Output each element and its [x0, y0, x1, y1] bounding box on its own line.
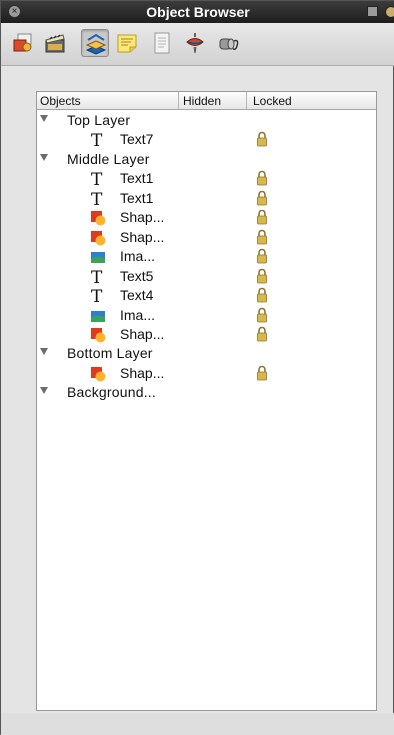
toolbar [1, 23, 394, 66]
layer-name: Middle Layer [67, 150, 150, 167]
layer-name: Background... [67, 384, 156, 401]
lock-icon[interactable] [256, 365, 268, 381]
object-name: Text7 [120, 131, 154, 148]
window-footer [1, 713, 394, 735]
lock-icon[interactable] [256, 307, 268, 323]
object-name: Text1 [120, 189, 154, 206]
object-row[interactable]: Shap... [37, 325, 376, 344]
object-name: Shap... [120, 325, 165, 342]
spinning-top-icon [186, 33, 204, 54]
svg-text:T: T [91, 191, 103, 207]
object-name: Text5 [120, 267, 154, 284]
lock-icon[interactable] [256, 248, 268, 264]
object-row[interactable]: Shap... [37, 208, 376, 227]
minimize-button[interactable] [367, 6, 378, 17]
image-object-icon [90, 308, 106, 324]
object-name: Text4 [120, 287, 154, 304]
column-locked[interactable]: Locked [253, 94, 292, 108]
svg-text:T: T [91, 288, 103, 304]
column-hidden[interactable]: Hidden [183, 94, 221, 108]
svg-text:T: T [91, 171, 103, 187]
sticky-note-icon [117, 34, 137, 53]
layer-name: Top Layer [67, 112, 131, 128]
object-row[interactable]: T Text7 [37, 130, 376, 151]
text-object-icon: T [90, 190, 106, 210]
object-row[interactable]: T Text1 [37, 189, 376, 210]
object-row[interactable]: Shap... [37, 228, 376, 247]
object-row[interactable]: Shap... [37, 364, 376, 383]
layer-row[interactable]: Middle Layer [37, 150, 376, 169]
window-title: Object Browser [146, 4, 250, 20]
shape-object-icon [90, 327, 106, 343]
title-bar[interactable]: × Object Browser [1, 1, 394, 23]
lock-icon[interactable] [256, 131, 268, 147]
text-object-icon: T [90, 287, 106, 307]
lock-icon[interactable] [256, 326, 268, 342]
text-object-icon: T [90, 131, 106, 151]
tool-media[interactable] [41, 29, 69, 57]
layer-row[interactable]: Top Layer [37, 111, 376, 130]
layer-name: Bottom Layer [67, 345, 153, 362]
object-name: Ima... [120, 248, 156, 265]
document-icon [154, 32, 170, 54]
object-name: Shap... [120, 364, 165, 381]
object-row[interactable]: T Text1 [37, 169, 376, 190]
shape-object-icon [90, 230, 106, 246]
lock-icon[interactable] [256, 268, 268, 284]
object-name: Shap... [120, 209, 165, 226]
disclosure-triangle-icon[interactable] [40, 115, 48, 122]
layer-row[interactable]: Background... [37, 383, 376, 402]
lock-icon[interactable] [256, 229, 268, 245]
svg-text:T: T [91, 269, 103, 285]
list-header: Objects Hidden Locked [37, 92, 376, 110]
layers-icon [85, 33, 107, 55]
object-browser-window: × Object Browser Objects Hidden Locked T… [0, 0, 394, 735]
column-objects[interactable]: Objects [40, 94, 81, 108]
tool-layers[interactable] [81, 29, 109, 57]
svg-text:T: T [91, 132, 103, 148]
object-row[interactable]: Ima... [37, 306, 376, 325]
lock-icon[interactable] [256, 170, 268, 186]
paint-roller-icon [219, 38, 239, 50]
object-list[interactable]: Objects Hidden Locked Top Layer T Text7 Mid… [36, 91, 377, 711]
text-object-icon: T [90, 268, 106, 288]
lock-icon[interactable] [256, 190, 268, 206]
lock-icon[interactable] [256, 209, 268, 225]
shapes-icon [13, 33, 32, 52]
object-row[interactable]: T Text4 [37, 286, 376, 307]
tool-document[interactable] [148, 29, 176, 57]
disclosure-triangle-icon[interactable] [40, 387, 48, 395]
tool-effects[interactable] [215, 29, 243, 57]
shape-object-icon [90, 210, 106, 226]
zoom-button[interactable] [385, 6, 394, 18]
lock-icon[interactable] [256, 287, 268, 303]
shape-object-icon [90, 366, 106, 382]
tool-notes[interactable] [113, 29, 141, 57]
object-name: Text1 [120, 170, 154, 187]
object-name: Ima... [120, 306, 156, 323]
object-row[interactable]: Ima... [37, 247, 376, 266]
text-object-icon: T [90, 170, 106, 190]
tool-spin[interactable] [181, 29, 209, 57]
layer-row[interactable]: Bottom Layer [37, 344, 376, 363]
clapboard-icon [45, 34, 65, 53]
image-object-icon [90, 249, 106, 265]
disclosure-triangle-icon[interactable] [40, 348, 48, 356]
object-row[interactable]: T Text5 [37, 267, 376, 288]
disclosure-triangle-icon[interactable] [40, 153, 48, 161]
tool-shapes[interactable] [9, 29, 37, 57]
object-name: Shap... [120, 228, 165, 245]
